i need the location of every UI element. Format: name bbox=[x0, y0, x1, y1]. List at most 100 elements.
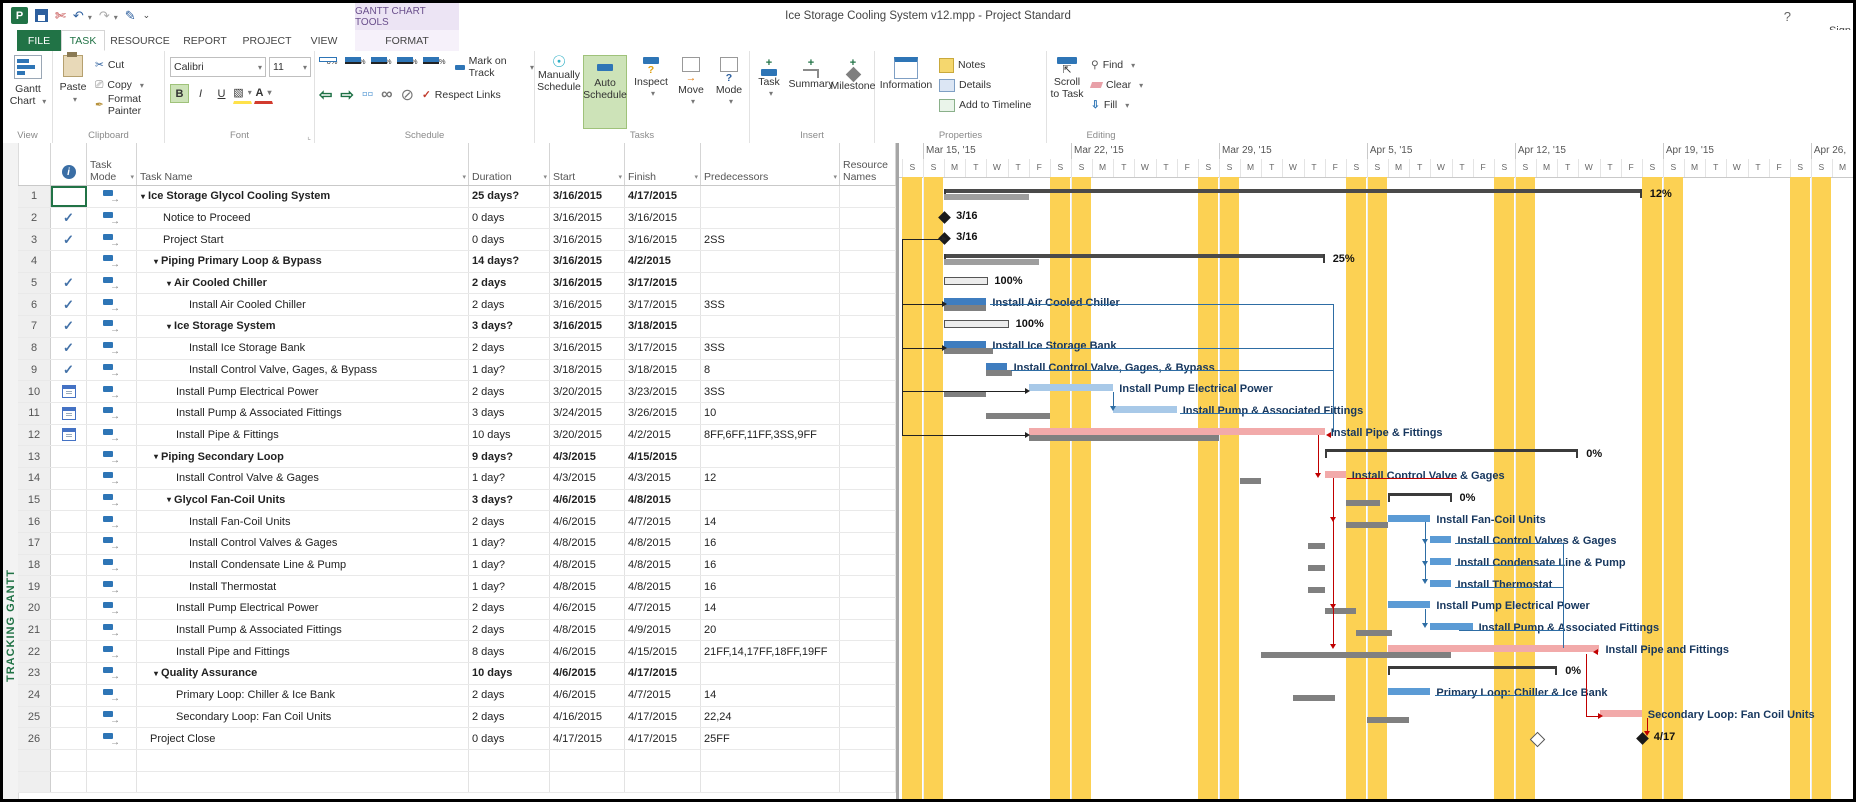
task-mode-cell[interactable] bbox=[87, 641, 137, 662]
finish-cell[interactable]: 4/2/2015 bbox=[625, 425, 701, 446]
header-resource-names[interactable]: Resource Names bbox=[840, 143, 896, 185]
task-name-cell[interactable]: Project Start bbox=[137, 229, 469, 250]
task-mode-cell[interactable] bbox=[87, 576, 137, 597]
gantt-bar-base[interactable] bbox=[1240, 478, 1261, 484]
finish-cell[interactable]: 4/8/2015 bbox=[625, 555, 701, 576]
task-mode-cell[interactable] bbox=[87, 620, 137, 641]
gantt-bar-base[interactable] bbox=[1261, 652, 1451, 658]
finish-cell[interactable]: 4/8/2015 bbox=[625, 576, 701, 597]
predecessors-cell[interactable] bbox=[701, 663, 840, 684]
start-cell[interactable]: 3/20/2015 bbox=[550, 425, 625, 446]
table-row[interactable]: 3✓Project Start0 days3/16/20153/16/20152… bbox=[18, 229, 896, 251]
duration-cell[interactable]: 2 days bbox=[469, 338, 550, 359]
start-cell[interactable]: 3/16/2015 bbox=[550, 294, 625, 315]
table-row[interactable]: 17Install Control Valves & Gages1 day?4/… bbox=[18, 533, 896, 555]
table-row[interactable]: 13▾Piping Secondary Loop9 days?4/3/20154… bbox=[18, 446, 896, 468]
inspect-button[interactable]: ?Inspect▾ bbox=[631, 57, 671, 100]
info-cell[interactable] bbox=[51, 425, 87, 446]
table-row[interactable]: 10Install Pump Electrical Power2 days3/2… bbox=[18, 381, 896, 403]
duration-cell[interactable]: 0 days bbox=[469, 208, 550, 229]
resource-names-cell[interactable] bbox=[840, 663, 896, 684]
finish-cell[interactable]: 4/9/2015 bbox=[625, 620, 701, 641]
information-button[interactable]: Information bbox=[877, 57, 935, 91]
percent-0-button[interactable]: 0% bbox=[319, 57, 345, 66]
table-row[interactable]: 2✓Notice to Proceed0 days3/16/20153/16/2… bbox=[18, 208, 896, 230]
info-cell[interactable] bbox=[51, 533, 87, 554]
task-name-cell[interactable]: Install Thermostat bbox=[137, 576, 469, 597]
table-row[interactable]: 8✓Install Ice Storage Bank2 days3/16/201… bbox=[18, 338, 896, 360]
task-name-cell[interactable]: ▾Air Cooled Chiller bbox=[137, 273, 469, 294]
duration-cell[interactable]: 2 days bbox=[469, 294, 550, 315]
table-row[interactable]: 14Install Control Valve & Gages1 day?4/3… bbox=[18, 468, 896, 490]
task-name-cell[interactable]: ▾Ice Storage Glycol Cooling System bbox=[137, 186, 469, 207]
task-name-cell[interactable]: Install Pipe and Fittings bbox=[137, 641, 469, 662]
duration-cell[interactable]: 2 days bbox=[469, 707, 550, 728]
resource-names-cell[interactable] bbox=[840, 251, 896, 272]
task-mode-cell[interactable] bbox=[87, 490, 137, 511]
gantt-bar-base[interactable] bbox=[1308, 587, 1325, 593]
font-dialog-launcher-icon[interactable]: ⌞ bbox=[307, 132, 311, 141]
duration-cell[interactable]: 2 days bbox=[469, 273, 550, 294]
finish-cell[interactable]: 3/26/2015 bbox=[625, 403, 701, 424]
resource-names-cell[interactable] bbox=[840, 728, 896, 749]
task-mode-cell[interactable] bbox=[87, 229, 137, 250]
task-mode-cell[interactable] bbox=[87, 663, 137, 684]
gantt-bar-base[interactable] bbox=[986, 413, 1049, 419]
task-name-cell[interactable]: ▾Quality Assurance bbox=[137, 663, 469, 684]
row-number[interactable]: 19 bbox=[18, 576, 51, 597]
task-name-cell[interactable]: Secondary Loop: Fan Coil Units bbox=[137, 707, 469, 728]
resource-names-cell[interactable] bbox=[840, 229, 896, 250]
tab-report[interactable]: REPORT bbox=[175, 30, 235, 51]
task-mode-cell[interactable] bbox=[87, 446, 137, 467]
percent-25-button[interactable]: 25% bbox=[345, 57, 371, 66]
finish-cell[interactable]: 3/17/2015 bbox=[625, 294, 701, 315]
predecessors-cell[interactable]: 14 bbox=[701, 598, 840, 619]
gantt-bar-inprog[interactable] bbox=[1029, 384, 1114, 391]
gantt-bar-base[interactable] bbox=[986, 370, 1011, 376]
font-size-select[interactable]: 11▾ bbox=[269, 57, 311, 77]
gantt-bar-base[interactable] bbox=[1029, 435, 1219, 441]
task-mode-cell[interactable] bbox=[87, 338, 137, 359]
mark-on-track-button[interactable]: Mark on Track▾ bbox=[455, 57, 534, 77]
task-mode-cell[interactable] bbox=[87, 728, 137, 749]
task-mode-cell[interactable] bbox=[87, 403, 137, 424]
duration-cell[interactable]: 2 days bbox=[469, 598, 550, 619]
gantt-bar-task[interactable] bbox=[1430, 558, 1451, 565]
task-name-cell[interactable]: Install Pump & Associated Fittings bbox=[137, 620, 469, 641]
resource-names-cell[interactable] bbox=[840, 208, 896, 229]
bold-button[interactable]: B bbox=[170, 84, 189, 103]
task-name-cell[interactable]: ▾Ice Storage System bbox=[137, 316, 469, 337]
row-number[interactable]: 9 bbox=[18, 360, 51, 381]
collapse-arrow-icon[interactable]: ▾ bbox=[167, 322, 171, 331]
gantt-bar-prog[interactable] bbox=[944, 259, 1039, 265]
gantt-bar-done[interactable] bbox=[944, 341, 986, 348]
table-row[interactable]: 1▾Ice Storage Glycol Cooling System25 da… bbox=[18, 186, 896, 208]
predecessors-cell[interactable] bbox=[701, 316, 840, 337]
predecessors-cell[interactable]: 12 bbox=[701, 468, 840, 489]
finish-cell[interactable]: 3/17/2015 bbox=[625, 273, 701, 294]
resource-names-cell[interactable] bbox=[840, 468, 896, 489]
indent-icon[interactable]: ⇨ bbox=[340, 85, 353, 105]
task-name-cell[interactable]: Install Pump & Associated Fittings bbox=[137, 403, 469, 424]
filter-icon[interactable]: ▾ bbox=[618, 173, 622, 181]
start-cell[interactable]: 3/16/2015 bbox=[550, 229, 625, 250]
gantt-chart-button[interactable]: GanttChart ▾ bbox=[5, 55, 51, 108]
info-cell[interactable] bbox=[51, 186, 87, 207]
start-cell[interactable]: 3/16/2015 bbox=[550, 186, 625, 207]
fill-button[interactable]: ⇩Fill▾ bbox=[1091, 95, 1143, 115]
resource-names-cell[interactable] bbox=[840, 641, 896, 662]
row-number[interactable]: 14 bbox=[18, 468, 51, 489]
resource-names-cell[interactable] bbox=[840, 316, 896, 337]
italic-button[interactable]: I bbox=[191, 84, 210, 103]
finish-cell[interactable]: 3/18/2015 bbox=[625, 316, 701, 337]
info-cell[interactable] bbox=[51, 576, 87, 597]
gantt-bar-done[interactable] bbox=[986, 363, 1007, 370]
start-cell[interactable]: 4/6/2015 bbox=[550, 641, 625, 662]
resource-names-cell[interactable] bbox=[840, 490, 896, 511]
task-name-cell[interactable]: Install Condensate Line & Pump bbox=[137, 555, 469, 576]
resource-names-cell[interactable] bbox=[840, 446, 896, 467]
predecessors-cell[interactable]: 2SS bbox=[701, 229, 840, 250]
task-mode-cell[interactable] bbox=[87, 598, 137, 619]
predecessors-cell[interactable]: 8 bbox=[701, 360, 840, 381]
gantt-bar-crit[interactable] bbox=[1029, 428, 1325, 435]
